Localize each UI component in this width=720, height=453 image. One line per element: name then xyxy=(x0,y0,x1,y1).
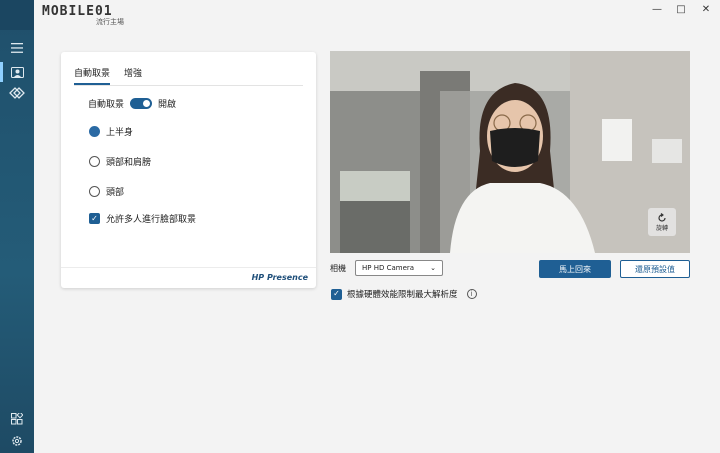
camera-view-icon[interactable] xyxy=(0,62,25,82)
reset-defaults-button[interactable]: 還原預設值 xyxy=(620,260,690,278)
maximize-button[interactable]: □ xyxy=(674,2,688,16)
radio-selected-icon[interactable] xyxy=(89,126,100,137)
camera-select[interactable]: HP HD Camera ⌄ xyxy=(355,260,443,276)
multi-person-label: 允許多人進行臉部取景 xyxy=(106,215,197,225)
be-right-back-button[interactable]: 馬上回來 xyxy=(539,260,611,278)
camera-feed-image xyxy=(330,51,690,253)
settings-gear-icon[interactable] xyxy=(9,433,25,449)
rotate-label: 旋轉 xyxy=(655,224,668,232)
option-label: 上半身 xyxy=(106,128,134,138)
checkmark-icon[interactable]: ✓ xyxy=(89,213,100,224)
camera-preview: 旋轉 xyxy=(330,51,690,253)
brand-label: HP Presence xyxy=(251,273,308,282)
auto-frame-toggle[interactable] xyxy=(130,98,153,109)
option-label: 頭部和肩膀 xyxy=(106,158,152,168)
resolution-limit-row[interactable]: ✓ 根據硬體效能限制最大解析度 i xyxy=(331,288,477,300)
info-icon[interactable]: i xyxy=(466,289,477,299)
rail-header xyxy=(0,0,34,30)
apps-icon[interactable] xyxy=(9,411,25,427)
option-head[interactable]: 頭部 xyxy=(89,185,124,198)
close-button[interactable]: ✕ xyxy=(699,2,713,16)
tab-auto-frame[interactable]: 自動取景 xyxy=(74,66,111,85)
tab-bar: 自動取景 增強 xyxy=(74,66,142,85)
rotate-button[interactable]: 旋轉 xyxy=(648,208,676,236)
menu-icon[interactable] xyxy=(9,40,25,56)
title-bar: MOBILE01 流行主場 — □ ✕ xyxy=(34,0,720,27)
auto-frame-label: 自動取景 xyxy=(88,100,125,110)
tab-divider xyxy=(74,85,303,86)
tab-enhance[interactable]: 增強 xyxy=(124,66,142,85)
rotate-icon xyxy=(658,212,666,222)
auto-frame-row: 自動取景 開啟 xyxy=(88,97,176,110)
nav-rail xyxy=(0,0,34,453)
radio-icon[interactable] xyxy=(89,156,100,167)
option-label: 頭部 xyxy=(106,188,125,198)
multi-person-checkbox-row[interactable]: ✓ 允許多人進行臉部取景 xyxy=(89,212,196,225)
resolution-limit-label: 根據硬體效能限制最大解析度 xyxy=(347,290,458,300)
audio-diamond-icon[interactable] xyxy=(9,85,25,101)
site-logo-subtitle: 流行主場 xyxy=(96,18,124,26)
card-divider xyxy=(61,267,316,268)
framing-settings-card: 自動取景 增強 自動取景 開啟 上半身 頭部和肩膀 頭部 ✓ 允許多人進行臉部取… xyxy=(61,52,316,288)
camera-select-value: HP HD Camera xyxy=(362,264,415,272)
chevron-down-icon: ⌄ xyxy=(430,264,436,272)
option-head-shoulders[interactable]: 頭部和肩膀 xyxy=(89,155,151,168)
checkmark-icon[interactable]: ✓ xyxy=(331,288,342,300)
camera-label: 相機 xyxy=(330,264,346,273)
minimize-button[interactable]: — xyxy=(650,2,664,16)
option-upper-body[interactable]: 上半身 xyxy=(89,125,133,138)
radio-icon[interactable] xyxy=(89,186,100,197)
auto-frame-state: 開啟 xyxy=(158,100,177,110)
